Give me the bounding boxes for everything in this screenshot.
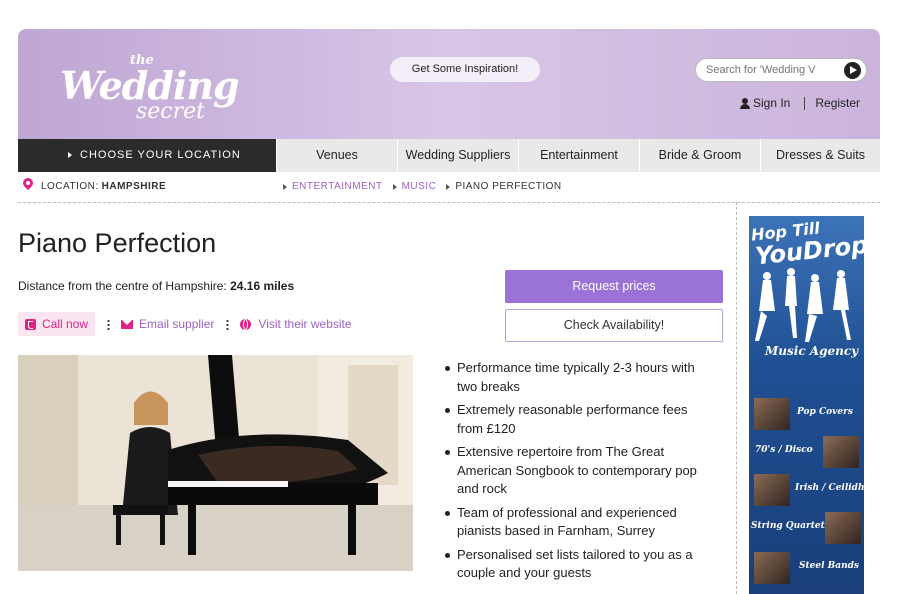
act-photo — [754, 474, 790, 506]
ad-agency-label: Music Agency — [765, 344, 859, 358]
nav-item-bride-groom[interactable]: Bride & Groom — [639, 139, 760, 172]
search-box — [695, 58, 867, 82]
site-logo[interactable]: the Wedding secret — [60, 49, 240, 129]
inspiration-button[interactable]: Get Some Inspiration! — [390, 57, 540, 82]
contact-actions: Call now Email supplier Visit their webs… — [18, 312, 352, 336]
horizontal-divider — [18, 202, 880, 203]
nav-item-dresses-suits[interactable]: Dresses & Suits — [760, 139, 880, 172]
choose-location-label: CHOOSE YOUR LOCATION — [80, 149, 241, 161]
nav-item-entertainment[interactable]: Entertainment — [518, 139, 639, 172]
site-header: the Wedding secret Get Some Inspiration!… — [18, 29, 880, 139]
call-now-button[interactable]: Call now — [18, 312, 96, 336]
location-pin-icon — [22, 178, 34, 194]
location-value: HAMPSHIRE — [101, 180, 167, 192]
list-item: Personalised set lists tailored to you a… — [444, 546, 714, 583]
act-label: Pop Covers — [797, 407, 853, 417]
act-photo — [823, 436, 859, 468]
act-label: Steel Bands — [799, 561, 860, 571]
distance-value: 24.16 miles — [230, 279, 295, 293]
distance-info: Distance from the centre of Hampshire: 2… — [18, 279, 294, 293]
list-item: Performance time typically 2-3 hours wit… — [444, 359, 714, 396]
user-icon — [740, 97, 750, 109]
search-input[interactable] — [706, 62, 830, 78]
more-dots-icon — [226, 318, 230, 330]
act-label: 70's / Disco — [755, 445, 813, 455]
sidebar-divider — [736, 202, 737, 594]
sign-in-link[interactable]: Sign In — [753, 96, 790, 110]
globe-icon — [240, 318, 252, 330]
call-now-label: Call now — [42, 317, 89, 331]
nav-item-wedding-suppliers[interactable]: Wedding Suppliers — [397, 139, 518, 172]
ad-act-row: String Quartets — [751, 512, 862, 544]
list-item: Extremely reasonable performance fees fr… — [444, 401, 714, 438]
feature-list: Performance time typically 2-3 hours wit… — [444, 359, 714, 588]
visit-website-link[interactable]: Visit their website — [258, 317, 351, 331]
act-label: String Quartets — [751, 521, 830, 531]
choose-location-button[interactable]: CHOOSE YOUR LOCATION — [18, 139, 276, 172]
nav-item-venues[interactable]: Venues — [276, 139, 397, 172]
page-title: Piano Perfection — [18, 228, 217, 258]
distance-label: Distance from the centre of Hampshire: — [18, 279, 227, 293]
ad-act-row: 70's / Disco — [751, 436, 862, 468]
breadcrumb-current: PIANO PERFECTION — [446, 181, 561, 192]
request-prices-button[interactable]: Request prices — [505, 270, 723, 303]
main-nav: CHOOSE YOUR LOCATION Venues Wedding Supp… — [18, 139, 880, 172]
breadcrumb: ENTERTAINMENT MUSIC PIANO PERFECTION — [283, 181, 572, 192]
account-divider — [804, 96, 806, 110]
act-photo — [754, 552, 790, 584]
list-item: Extensive repertoire from The Great Amer… — [444, 443, 714, 499]
act-photo — [825, 512, 861, 544]
more-dots-icon — [107, 318, 111, 330]
supplier-photo — [18, 355, 413, 571]
act-photo — [754, 398, 790, 430]
mail-icon — [121, 319, 134, 329]
ad-act-row: Pop Covers — [751, 398, 862, 430]
location-prefix: LOCATION: — [41, 180, 99, 192]
account-links: Sign In Register — [740, 96, 860, 110]
logo-secret: secret — [136, 99, 206, 124]
current-location: LOCATION: HAMPSHIRE — [22, 177, 166, 195]
register-link[interactable]: Register — [815, 96, 860, 110]
search-submit-icon[interactable] — [844, 62, 861, 79]
breadcrumb-music[interactable]: MUSIC — [392, 181, 437, 192]
breadcrumb-entertainment[interactable]: ENTERTAINMENT — [283, 181, 383, 192]
ad-act-row: Irish / Ceilidh — [751, 474, 864, 506]
ad-act-row: Steel Bands — [751, 552, 862, 584]
email-supplier-link[interactable]: Email supplier — [139, 317, 214, 331]
advert-banner[interactable]: Hop Till YouDrop! Music Agency Pop Cover… — [749, 216, 864, 594]
act-label: Irish / Ceilidh — [795, 483, 864, 493]
check-availability-button[interactable]: Check Availability! — [505, 309, 723, 342]
dancers-illustration — [755, 268, 851, 342]
phone-icon — [25, 318, 36, 330]
list-item: Team of professional and experienced pia… — [444, 504, 714, 541]
